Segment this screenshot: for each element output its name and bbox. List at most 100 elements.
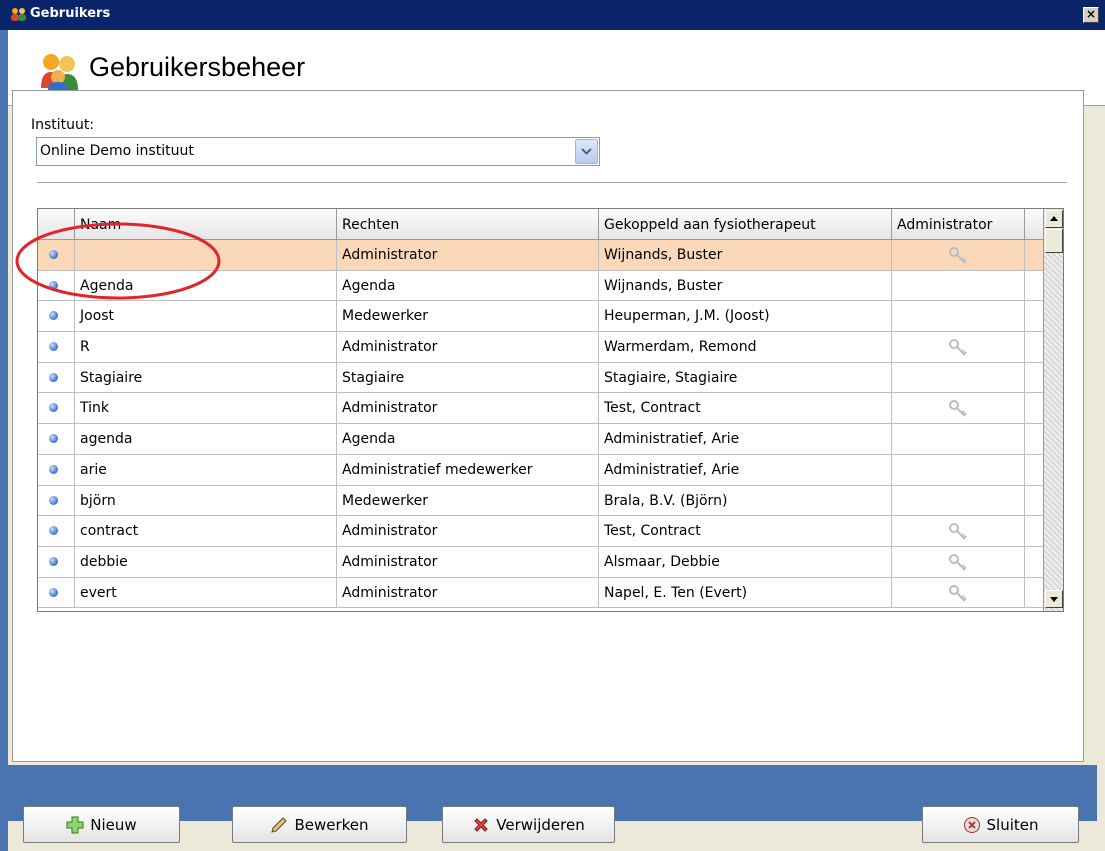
- column-header-gekoppeld[interactable]: Gekoppeld aan fysiotherapeut: [599, 209, 892, 240]
- window-close-button[interactable]: ×: [1083, 7, 1099, 23]
- table-row[interactable]: R Administrator Warmerdam, Remond: [38, 332, 1043, 363]
- row-indicator-cell: [38, 485, 75, 516]
- column-header-naam[interactable]: Naam: [75, 209, 337, 240]
- cell-gekoppeld: Heuperman, J.M. (Joost): [599, 301, 892, 332]
- table-row[interactable]: Agenda Agenda Wijnands, Buster: [38, 270, 1043, 302]
- table-row[interactable]: Joost Medewerker Heuperman, J.M. (Joost): [38, 301, 1043, 333]
- chevron-down-icon: [581, 148, 592, 155]
- scroll-thumb[interactable]: [1045, 229, 1063, 253]
- cell-administrator: [892, 516, 1025, 546]
- bullet-icon: [49, 587, 58, 597]
- window-titlebar: Gebruikers ×: [0, 0, 1105, 30]
- x-icon: [474, 817, 488, 832]
- users-icon: [41, 54, 78, 90]
- row-indicator-cell: [38, 270, 75, 301]
- cell-rechten: Administrator: [337, 240, 599, 270]
- key-icon: [949, 400, 967, 418]
- new-button-label: Nieuw: [90, 815, 137, 834]
- table-row[interactable]: contract Administrator Test, Contract: [38, 516, 1043, 547]
- row-indicator-cell: [38, 577, 75, 608]
- cell-administrator: [892, 301, 1025, 332]
- new-button[interactable]: Nieuw: [23, 806, 180, 843]
- row-indicator-cell: [38, 362, 75, 393]
- users-icon: [11, 8, 26, 21]
- table-row[interactable]: agenda Agenda Administratief, Arie: [38, 424, 1043, 455]
- cell-naam: evert: [75, 577, 337, 608]
- edit-button[interactable]: Bewerken: [232, 806, 407, 843]
- cell-gekoppeld: Wijnands, Buster: [599, 270, 892, 301]
- table-row[interactable]: arie Administratief medewerker Administrat…: [38, 454, 1043, 486]
- cell-gekoppeld: Brala, B.V. (Björn): [599, 485, 892, 516]
- cell-rechten: Administrator: [337, 332, 599, 362]
- window-title: Gebruikers: [30, 6, 111, 21]
- cell-naam: [75, 240, 337, 270]
- vertical-scrollbar[interactable]: [1043, 209, 1063, 611]
- cell-rechten: Agenda: [337, 270, 599, 301]
- row-indicator-cell: [38, 454, 75, 485]
- instituut-selected-value: Online Demo instituut: [40, 143, 194, 159]
- table-row[interactable]: Administrator Wijnands, Buster: [38, 240, 1043, 271]
- key-icon: [949, 523, 967, 540]
- table-body: Administrator Wijnands, Buster Agenda Agend…: [38, 240, 1043, 609]
- table-row[interactable]: björn Medewerker Brala, B.V. (Björn): [38, 485, 1043, 517]
- cell-naam: arie: [75, 454, 337, 485]
- cell-administrator: [892, 270, 1025, 301]
- row-indicator-cell: [38, 332, 75, 362]
- cell-gekoppeld: Wijnands, Buster: [599, 240, 892, 270]
- bullet-icon: [49, 434, 58, 444]
- cell-administrator: [892, 485, 1025, 516]
- arrow-up-icon: [1050, 216, 1058, 221]
- row-indicator-cell: [38, 424, 75, 454]
- cell-gekoppeld: Warmerdam, Remond: [599, 332, 892, 362]
- dropdown-arrow-button[interactable]: [575, 139, 598, 164]
- cell-rechten: Administrator: [337, 516, 599, 546]
- table-row[interactable]: evert Administrator Napel, E. Ten (Evert): [38, 577, 1043, 609]
- cell-rechten: Medewerker: [337, 485, 599, 516]
- bullet-icon: [49, 311, 58, 321]
- cell-naam: Agenda: [75, 270, 337, 301]
- page-title: Gebruikersbeheer: [89, 52, 306, 82]
- row-indicator-cell: [38, 301, 75, 332]
- scroll-up-button[interactable]: [1045, 210, 1063, 228]
- delete-button-label: Verwijderen: [496, 815, 585, 834]
- row-indicator-cell: [38, 240, 75, 270]
- column-header-rechten[interactable]: Rechten: [337, 209, 599, 240]
- key-icon: [949, 339, 967, 356]
- cell-gekoppeld: Napel, E. Ten (Evert): [599, 577, 892, 608]
- table-row[interactable]: Tink Administrator Test, Contract: [38, 393, 1043, 425]
- cell-naam: Tink: [75, 393, 337, 424]
- table-row[interactable]: debbie Administrator Alsmaar, Debbie: [38, 546, 1043, 578]
- table-row[interactable]: Stagiaire Stagiaire Stagiaire, Stagiaire: [38, 362, 1043, 394]
- bullet-icon: [49, 556, 58, 566]
- cell-administrator: [892, 362, 1025, 393]
- cell-rechten: Administrator: [337, 393, 599, 424]
- cell-rechten: Administrator: [337, 577, 599, 608]
- bullet-icon: [49, 372, 58, 382]
- cell-gekoppeld: Administratief, Arie: [599, 424, 892, 454]
- edit-button-label: Bewerken: [294, 815, 369, 834]
- instituut-select[interactable]: Online Demo instituut: [36, 137, 600, 166]
- instituut-label: Instituut:: [31, 117, 95, 133]
- cell-gekoppeld: Test, Contract: [599, 516, 892, 546]
- close-button[interactable]: Sluiten: [922, 806, 1079, 843]
- cell-naam: Joost: [75, 301, 337, 332]
- row-indicator-cell: [38, 393, 75, 424]
- key-icon: [949, 553, 967, 571]
- cell-rechten: Administratief medewerker: [337, 454, 599, 485]
- close-button-label: Sluiten: [986, 815, 1039, 834]
- column-header-administrator[interactable]: Administrator: [892, 209, 1025, 240]
- cell-naam: debbie: [75, 546, 337, 577]
- scroll-down-button[interactable]: [1045, 590, 1063, 608]
- bullet-icon: [49, 495, 58, 505]
- row-indicator-cell: [38, 546, 75, 577]
- delete-button[interactable]: Verwijderen: [442, 806, 615, 843]
- cell-rechten: Agenda: [337, 424, 599, 454]
- header-indicator-cell: [38, 209, 75, 240]
- key-icon: [949, 584, 967, 602]
- cell-administrator: [892, 424, 1025, 454]
- cell-administrator: [892, 546, 1025, 577]
- bullet-icon: [49, 250, 58, 259]
- cell-naam: R: [75, 332, 337, 362]
- table-header: Naam Rechten Gekoppeld aan fysiotherapeu…: [38, 209, 1043, 240]
- cell-gekoppeld: Test, Contract: [599, 393, 892, 424]
